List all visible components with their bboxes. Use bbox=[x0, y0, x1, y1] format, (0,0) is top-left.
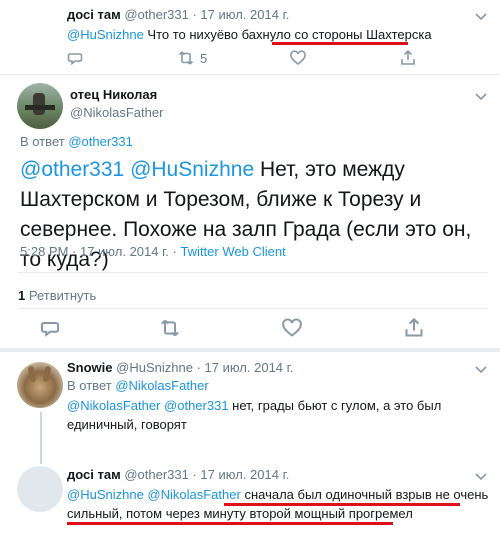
avatar[interactable] bbox=[17, 466, 63, 512]
chevron-down-icon[interactable] bbox=[474, 469, 488, 483]
reply-button[interactable] bbox=[67, 50, 83, 66]
author-handle[interactable]: @other331 bbox=[124, 467, 189, 482]
mention-link[interactable]: @other331 bbox=[20, 158, 124, 181]
thread-line bbox=[40, 412, 42, 460]
reply-context: В ответ @NikolasFather bbox=[67, 378, 209, 393]
author-handle[interactable]: @NikolasFather bbox=[70, 105, 163, 120]
retweet-stat-count: 1 bbox=[18, 288, 26, 303]
chevron-down-icon[interactable] bbox=[474, 362, 488, 376]
thread-line bbox=[40, 460, 42, 464]
tweet-text-line2: сильный, потом через минуту второй мощны… bbox=[67, 506, 413, 521]
reply-tweet[interactable]: Snowie @HuSnizhne · 17 июл. 2014 г. В от… bbox=[0, 352, 500, 460]
tweet-text: @HuSnizhne @NikolasFather сначала был од… bbox=[67, 485, 488, 504]
share-icon bbox=[401, 50, 415, 65]
author-name[interactable]: отец Николая bbox=[70, 87, 157, 102]
avatar[interactable] bbox=[17, 362, 63, 408]
mention-link[interactable]: @HuSnizhne bbox=[67, 27, 144, 42]
tweet-timestamp[interactable]: 5:28 PM · 17 июл. 2014 г. · bbox=[20, 244, 177, 259]
retweet-button[interactable] bbox=[160, 318, 180, 338]
mention-link[interactable]: @HuSnizhne bbox=[67, 487, 144, 502]
divider bbox=[18, 308, 488, 309]
author-name[interactable]: досі там bbox=[67, 7, 121, 22]
tweet-meta: 5:28 PM · 17 июл. 2014 г. · Twitter Web … bbox=[20, 244, 286, 259]
highlighted-text: сначала был одиночный взрыв не очень bbox=[244, 487, 489, 502]
chevron-down-icon[interactable] bbox=[474, 9, 488, 23]
retweet-count: 5 bbox=[200, 50, 208, 66]
reply-icon bbox=[67, 53, 83, 66]
top-tweet[interactable]: досі там @other331 · 17 июл. 2014 г. @Hu… bbox=[0, 0, 500, 74]
mention-link[interactable]: @NikolasFather bbox=[147, 487, 240, 502]
tweet-text: @NikolasFather @other331 нет, грады бьют… bbox=[67, 398, 442, 432]
author-name[interactable]: досі там bbox=[67, 467, 121, 482]
author-handle[interactable]: @other331 bbox=[124, 7, 189, 22]
like-button[interactable] bbox=[282, 318, 302, 338]
retweet-icon bbox=[178, 51, 194, 65]
mention-link[interactable]: @HuSnizhne bbox=[130, 158, 254, 181]
share-icon bbox=[405, 318, 423, 337]
reply-to-link[interactable]: @NikolasFather bbox=[115, 378, 208, 393]
retweet-stats[interactable]: 1 Ретвитнуть bbox=[18, 288, 96, 303]
share-button[interactable] bbox=[400, 50, 416, 66]
author-handle[interactable]: @HuSnizhne bbox=[116, 360, 193, 375]
share-button[interactable] bbox=[404, 318, 424, 338]
like-button[interactable] bbox=[290, 50, 306, 66]
tweet-date[interactable]: · 17 июл. 2014 г. bbox=[192, 7, 289, 22]
reply-button[interactable] bbox=[40, 318, 60, 338]
tweet-date[interactable]: · 17 июл. 2014 г. bbox=[197, 360, 294, 375]
reply-icon bbox=[40, 322, 60, 338]
red-underline bbox=[67, 522, 393, 525]
author-name[interactable]: Snowie bbox=[67, 360, 113, 375]
chevron-down-icon[interactable] bbox=[474, 89, 488, 103]
highlighted-text: со стороны Шахтерска bbox=[294, 27, 432, 42]
avatar[interactable] bbox=[17, 83, 63, 129]
reply-context: В ответ @other331 bbox=[20, 134, 133, 149]
retweet-button[interactable]: 5 bbox=[178, 50, 207, 66]
retweet-stat-label: Ретвитнуть bbox=[28, 288, 97, 303]
client-link[interactable]: Twitter Web Client bbox=[180, 244, 285, 259]
like-icon bbox=[290, 50, 306, 66]
tweet-date[interactable]: · 17 июл. 2014 г. bbox=[192, 467, 289, 482]
divider bbox=[18, 272, 488, 273]
reply-tweet[interactable]: досі там @other331 · 17 июл. 2014 г. @Hu… bbox=[0, 460, 500, 556]
red-underline bbox=[272, 42, 408, 45]
retweet-icon bbox=[161, 319, 179, 337]
mention-link[interactable]: @NikolasFather bbox=[67, 398, 160, 413]
main-tweet: отец Николая @NikolasFather В ответ @oth… bbox=[0, 75, 500, 271]
like-icon bbox=[282, 318, 302, 337]
mention-link[interactable]: @other331 bbox=[164, 398, 229, 413]
reply-to-link[interactable]: @other331 bbox=[68, 134, 133, 149]
